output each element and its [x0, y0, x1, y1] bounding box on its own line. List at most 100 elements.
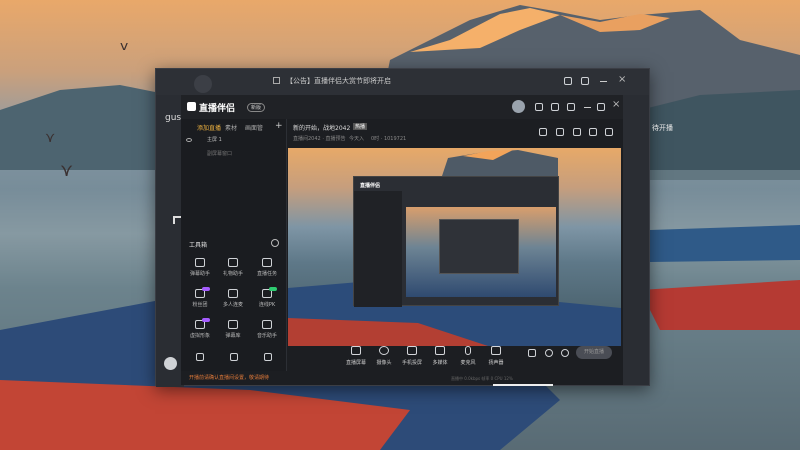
tool-multi-link[interactable]: 多人连麦 [217, 289, 249, 317]
start-live-button[interactable]: 开始直播 [576, 346, 612, 359]
speaker-icon [491, 346, 501, 355]
tool-label: 粉丝团 [192, 302, 208, 308]
skin-icon[interactable] [535, 103, 543, 111]
new-badge [202, 287, 210, 291]
tool-danmu-library[interactable]: 弹幕库 [217, 320, 249, 348]
sidebar: 添加直播 素材 画面管 + 主屏 1 副屏幕窗口 工具箱 弹幕助手 礼物助手 直… [181, 119, 287, 371]
share-icon[interactable] [605, 128, 613, 136]
tool-label: 礼物助手 [222, 271, 243, 277]
toolbox-settings-icon[interactable] [271, 239, 279, 247]
screenshot-icon[interactable] [539, 128, 547, 136]
bird: ⋎ [60, 160, 74, 181]
version-badge[interactable]: 新版 [247, 103, 266, 112]
danmu-icon [195, 258, 205, 267]
library-icon [228, 320, 238, 329]
nested-window: 直播伴侣 [353, 176, 559, 307]
monitor-icon [351, 346, 361, 355]
camera-icon [379, 346, 389, 355]
task-icon [262, 258, 272, 267]
gift-icon[interactable] [551, 103, 559, 111]
effects-icon[interactable] [545, 349, 553, 357]
scene-item[interactable]: 主屏 1 [207, 136, 222, 143]
mail-icon[interactable] [567, 103, 575, 111]
tool-label: 虚拟形象 [189, 333, 210, 339]
close-icon[interactable]: × [618, 74, 626, 85]
mic-icon [465, 346, 471, 355]
tool-label: 多人连麦 [222, 302, 243, 308]
bird: ⋎ [45, 130, 56, 146]
tool-label: 弹幕库 [225, 333, 241, 339]
button-label: 多媒体 [432, 360, 448, 366]
speaker-button[interactable]: 扬声器 [481, 346, 511, 367]
tool-gift-helper[interactable]: 礼物助手 [217, 258, 249, 286]
sidebar-avatar[interactable] [164, 357, 177, 370]
tab-add-live[interactable]: 添加直播 [197, 123, 221, 132]
tool-music[interactable]: 音乐助手 [251, 320, 283, 348]
lock-icon[interactable] [556, 128, 564, 136]
stream-title[interactable]: 新的开始，战地2042 [293, 123, 350, 132]
toolbox-title: 工具箱 [189, 242, 208, 249]
app-logo-icon [187, 102, 196, 111]
notice-text[interactable]: 【公告】直播伴侣大赏节即将开启 [286, 76, 391, 86]
headset-icon[interactable] [564, 77, 572, 85]
close-icon[interactable]: × [612, 99, 620, 110]
music-icon [262, 320, 272, 329]
phone-cast-button[interactable]: 手机投屏 [397, 346, 427, 367]
scene-item[interactable]: 副屏幕窗口 [207, 150, 232, 157]
tool-live-task[interactable]: 直播任务 [251, 258, 283, 286]
bird: ᵛ [120, 38, 130, 63]
stream-tag: 热播 [353, 123, 368, 130]
tool-danmu-helper[interactable]: 弹幕助手 [184, 258, 216, 286]
nested-app-title: 直播伴侣 [360, 183, 381, 189]
tool-icon[interactable] [264, 353, 272, 361]
app-title-bar: 直播伴侣 新版 × [181, 95, 623, 119]
maximize-icon[interactable] [597, 103, 605, 111]
minimize-icon[interactable] [584, 107, 591, 108]
tool-icon[interactable] [196, 353, 204, 361]
tab-canvas[interactable]: 画面管 [245, 123, 263, 132]
app-window: 直播伴侣 新版 × 添加直播 素材 画面管 + 主屏 1 副屏幕窗口 工具箱 弹… [181, 95, 623, 386]
stream-meta: 0时 · 1019721 [371, 136, 407, 142]
nested-sidebar [354, 191, 402, 307]
pin-icon[interactable] [173, 216, 181, 224]
tool-label: 直播任务 [256, 271, 277, 277]
mail-icon[interactable] [581, 77, 589, 85]
button-label: 手机投屏 [401, 360, 422, 366]
tab-material[interactable]: 素材 [225, 123, 237, 132]
button-label: 摄像头 [376, 360, 392, 366]
button-label: 扬声器 [488, 360, 504, 366]
minimize-icon[interactable] [600, 81, 607, 82]
tool-label: 连线PK [258, 302, 276, 308]
layout-icon[interactable] [573, 128, 581, 136]
status-progress [493, 384, 553, 386]
stream-meta: 今天入 [349, 136, 365, 142]
people-icon [228, 289, 238, 298]
phone-icon [407, 346, 417, 355]
new-badge [202, 318, 210, 322]
gift-icon [228, 258, 238, 267]
camera-button[interactable]: 摄像头 [369, 346, 399, 367]
scene-eye-icon[interactable] [186, 138, 192, 142]
nested-inner-window [439, 219, 519, 274]
settings-icon[interactable] [561, 349, 569, 357]
app-title: 直播伴侣 [199, 104, 236, 114]
record-icon[interactable] [528, 349, 536, 357]
live-preview[interactable]: 直播伴侣 [288, 148, 621, 346]
tool-icon[interactable] [230, 353, 238, 361]
user-avatar[interactable] [512, 100, 525, 113]
avatar[interactable] [194, 75, 212, 93]
stream-meta: 直播间2042 · 直播预告 [293, 136, 346, 142]
tool-label: 弹幕助手 [189, 271, 210, 277]
screen-capture-button[interactable]: 直播屏幕 [341, 346, 371, 367]
tool-avatar[interactable]: 虚拟形象 [184, 318, 216, 348]
warning-text: 开播前请确认直播间设置，敬请期待 [189, 375, 270, 381]
tool-pk[interactable]: 连线PK [251, 287, 283, 317]
outer-title-bar: 【公告】直播伴侣大赏节即将开启 × [156, 69, 649, 95]
bell-icon[interactable] [589, 128, 597, 136]
media-button[interactable]: 多媒体 [425, 346, 455, 367]
tool-fan-club[interactable]: 粉丝团 [184, 287, 216, 317]
add-tab-icon[interactable]: + [275, 121, 283, 131]
play-icon [435, 346, 445, 355]
button-label: 直播屏幕 [345, 360, 366, 366]
microphone-button[interactable]: 麦克风 [453, 346, 483, 367]
